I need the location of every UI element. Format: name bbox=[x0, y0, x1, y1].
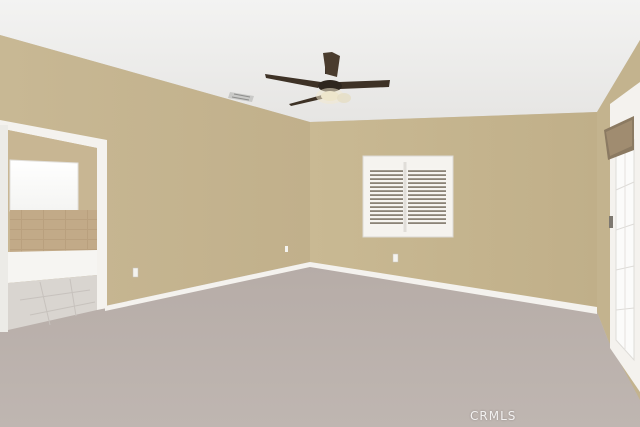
door-handle bbox=[609, 216, 613, 228]
watermark: CRMLS bbox=[470, 409, 517, 423]
wall-outlet bbox=[392, 253, 399, 263]
wall-outlet bbox=[132, 267, 139, 278]
wall-outlet bbox=[285, 246, 288, 252]
room-photo: CRMLS bbox=[0, 0, 640, 427]
room-illustration bbox=[0, 0, 640, 427]
bathroom-doorway bbox=[0, 120, 107, 332]
shutter-window bbox=[362, 155, 454, 238]
